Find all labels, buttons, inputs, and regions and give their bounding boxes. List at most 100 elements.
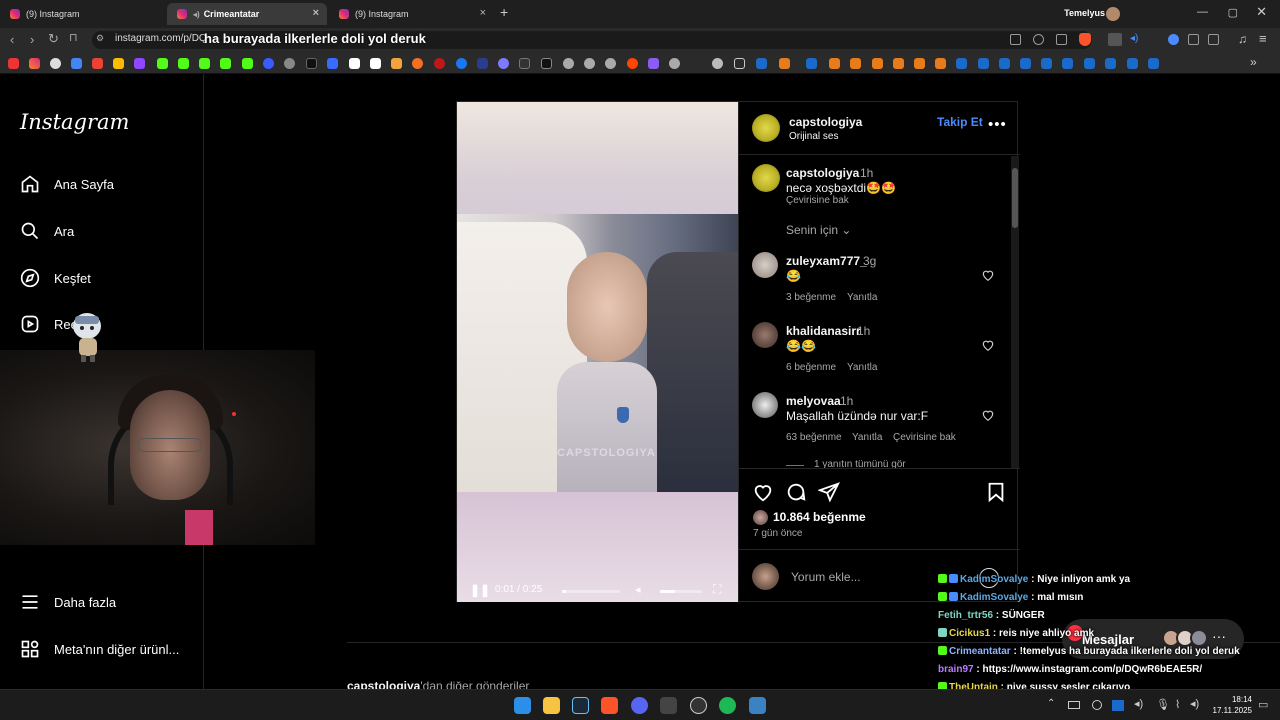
bookmark-steam-icon[interactable] [806,58,817,69]
comment-likes[interactable]: 63 beğenme [786,432,842,443]
tray-icon[interactable] [1092,700,1102,710]
comment-likes[interactable]: 3 beğenme [786,292,836,303]
scrollbar-thumb[interactable] [1012,168,1018,228]
reply-button[interactable]: Yanıtla [847,362,877,373]
bookmark-x-icon[interactable] [306,58,317,69]
comment-like-icon[interactable] [981,338,995,352]
bookmark-youtube-icon[interactable] [8,58,19,69]
bookmark-site-icon[interactable] [712,58,723,69]
comment-avatar[interactable] [752,322,778,348]
bookmark-gmail-icon[interactable] [71,58,82,69]
cast-icon[interactable] [1010,34,1021,45]
fullscreen-icon[interactable]: ⛶ [713,582,721,597]
discord-icon[interactable] [631,697,648,714]
bookmark-site-icon[interactable] [563,58,574,69]
bookmark-mail-icon[interactable] [92,58,103,69]
audio-label[interactable]: Orijinal ses [789,131,838,142]
bookmark-kick-icon[interactable] [220,58,231,69]
bookmark-site-icon[interactable] [349,58,360,69]
bookmark-site-icon[interactable] [50,58,61,69]
minimize-icon[interactable]: — [1197,6,1208,18]
spotify-icon[interactable] [719,697,736,714]
comment-like-icon[interactable] [981,408,995,422]
reload-icon[interactable]: ↻ [48,31,59,47]
zoom-icon[interactable] [1033,34,1044,45]
bookmark-site-icon[interactable] [370,58,381,69]
app-icon[interactable] [749,697,766,714]
bookmark-steam-icon[interactable] [1020,58,1031,69]
bookmark-steam-icon[interactable] [978,58,989,69]
bookmark-site-icon[interactable] [263,58,274,69]
forward-icon[interactable]: › [30,32,34,47]
bookmark-steam-icon[interactable] [1084,58,1095,69]
bookmark-site-icon[interactable] [605,58,616,69]
bookmark-site-icon[interactable] [914,58,925,69]
bookmark-site-icon[interactable] [412,58,423,69]
browser-tab-1[interactable]: (9) Instagram [0,3,165,25]
comments-scrollbar[interactable] [1011,156,1019,468]
share-icon[interactable] [818,481,840,503]
sound-icon[interactable]: ◂) [1130,33,1138,44]
bookmark-site-icon[interactable] [498,58,509,69]
bookmark-site-icon[interactable] [584,58,595,69]
instagram-logo[interactable]: Instagram [20,110,129,134]
steam-tray-icon[interactable] [1112,700,1124,711]
bookmark-site-icon[interactable] [434,58,445,69]
new-tab-button[interactable]: + [500,4,508,20]
bookmark-steam-icon[interactable] [1148,58,1159,69]
bookmark-steam-icon[interactable] [1041,58,1052,69]
comment-input[interactable]: Yorum ekle... [791,570,861,584]
sidebar-item-explore[interactable]: Keşfet [20,266,91,290]
likes-count[interactable]: 10.864 beğenme [773,510,866,524]
volume-icon[interactable]: ◂ [635,583,641,596]
close-tab-icon[interactable]: × [480,7,486,19]
like-icon[interactable] [752,481,774,503]
bookmark-site-icon[interactable] [669,58,680,69]
share-icon[interactable] [1056,34,1067,45]
back-icon[interactable]: ‹ [10,32,14,47]
start-icon[interactable] [514,697,531,714]
comment-avatar[interactable] [752,392,778,418]
bookmark-steam-icon[interactable] [1127,58,1138,69]
extension-blue-icon[interactable] [1168,34,1179,45]
pause-icon[interactable]: ❚❚ [470,583,490,597]
comment-username[interactable]: melyovaa [786,394,841,408]
bookmark-kick-icon[interactable] [242,58,253,69]
mic-icon[interactable]: 🎙 [1156,698,1170,711]
caption-translate[interactable]: Çevirisine bak [786,195,849,206]
bookmark-reddit-icon[interactable] [627,58,638,69]
bookmark-site-icon[interactable] [284,58,295,69]
bookmark-site-icon[interactable] [893,58,904,69]
sidebar-item-more[interactable]: Daha fazla [20,590,116,614]
bookmark-site-icon[interactable] [850,58,861,69]
app-icon[interactable] [660,697,677,714]
bookmark-kick-icon[interactable] [199,58,210,69]
more-options-icon[interactable]: ••• [988,116,1007,133]
obs-icon[interactable] [690,697,707,714]
post-video[interactable]: CAPSTOLOGIYA ❚❚ 0:01 / 0:25 ◂ ⛶ [457,102,738,602]
bookmark-site-icon[interactable] [519,58,530,69]
comment-username[interactable]: khalidanasirr [786,324,861,338]
bookmark-site-icon[interactable] [872,58,883,69]
tray-expand-icon[interactable]: ⌃ [1047,698,1055,709]
speaker-icon[interactable]: ◂) [1134,697,1143,710]
author-avatar[interactable] [752,114,780,142]
follow-button[interactable]: Takip Et [937,115,983,129]
bookmark-twitch-icon[interactable] [134,58,145,69]
bookmark-steam-icon[interactable] [956,58,967,69]
system-clock[interactable]: 18:14 17.11.2025 [1213,694,1252,716]
caption-username[interactable]: capstologiya [786,166,859,180]
reply-button[interactable]: Yanıtla [847,292,877,303]
bookmark-amazon-icon[interactable] [391,58,402,69]
bookmark-site-icon[interactable] [648,58,659,69]
extension-icon[interactable] [1108,33,1122,46]
bookmark-site-icon[interactable] [935,58,946,69]
bookmark-site-icon[interactable] [779,58,790,69]
more-bookmarks-icon[interactable]: » [1250,55,1257,69]
comment-likes[interactable]: 6 beğenme [786,362,836,373]
media-icon[interactable]: ♫ [1238,32,1247,46]
comment-translate[interactable]: Çevirisine bak [893,432,956,443]
browser-menu-icon[interactable]: ≡ [1259,31,1267,46]
notification-icon[interactable]: ▭ [1258,698,1268,711]
bookmark-site-icon[interactable] [456,58,467,69]
